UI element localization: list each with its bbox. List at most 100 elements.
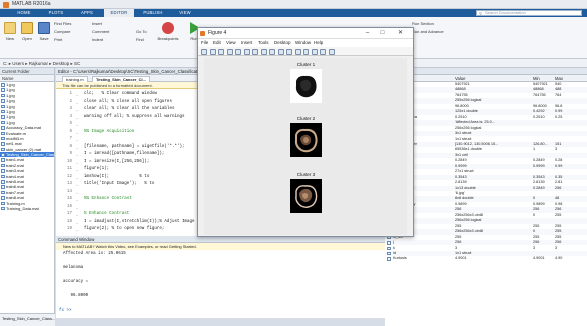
close-icon[interactable]: ✕ [394, 28, 407, 39]
code-line[interactable]: %% Image Acquisition [84, 130, 134, 134]
menu-file[interactable]: File [201, 39, 208, 47]
code-line[interactable]: figure(2); % to open new figure; [84, 227, 164, 231]
new-icon[interactable] [4, 22, 16, 34]
breakpoint-marker[interactable]: – [76, 197, 78, 202]
menu-view[interactable]: View [226, 39, 236, 47]
command-window[interactable]: Command Window New to MATLAB? Watch this… [56, 236, 386, 318]
breakpoint-marker[interactable]: – [76, 220, 78, 225]
code-line[interactable]: figure(1); [84, 167, 109, 171]
zoom-out-icon[interactable] [252, 48, 258, 55]
address-path[interactable]: C: ▸ Users ▸ Rajkumar ▸ Desktop ▸ SC [3, 61, 80, 67]
tab-plots[interactable]: PLOTS [42, 9, 70, 17]
menu-desktop[interactable]: Desktop [274, 39, 291, 47]
data-cursor-icon[interactable] [277, 48, 284, 55]
maximize-icon[interactable]: □ [376, 28, 389, 39]
go-to-button[interactable]: Go To [136, 29, 147, 34]
code-line[interactable]: imshow(I); % to [84, 175, 149, 179]
workspace-row[interactable]: Kurtosis 4.9001 4.9001 4.90 [385, 256, 587, 261]
code-line[interactable]: %% Enhance Contrast [84, 197, 132, 201]
code-line[interactable]: warning off all; % suppress all warnings [84, 115, 185, 119]
breakpoint-marker[interactable]: – [76, 167, 78, 172]
new-figure-icon[interactable] [201, 48, 207, 55]
breakpoint-marker[interactable]: – [76, 190, 78, 195]
pan-icon[interactable] [260, 48, 267, 55]
find-button[interactable]: Find [136, 37, 144, 42]
indent-button[interactable]: Indent [92, 37, 103, 42]
pointer-icon[interactable] [235, 48, 241, 55]
save-button[interactable]: Save [36, 36, 52, 41]
print-button[interactable]: Print [54, 37, 62, 42]
figure-title-bar[interactable]: Figure 4 – □ ✕ [198, 28, 413, 39]
find-files-button[interactable]: Find Files [54, 21, 71, 26]
menu-help[interactable]: Help [314, 39, 323, 47]
subplot-1-axes[interactable] [290, 69, 322, 103]
breakpoint-marker[interactable]: – [76, 115, 78, 120]
code-line[interactable]: close all; % close all open figures [84, 100, 172, 104]
breakpoint-marker[interactable]: – [76, 107, 78, 112]
open-file-icon[interactable] [209, 48, 216, 55]
code-line[interactable]: clear all; % clear all the variables [84, 107, 174, 111]
folder-details-bar[interactable]: Testing_Skin_Cancer_Class... [0, 313, 55, 326]
code-line[interactable]: clc; % Clear command window [84, 92, 157, 96]
code-line[interactable]: % Enhance Contrast [84, 212, 129, 216]
subplot-2-axes[interactable] [290, 123, 322, 157]
comment-button[interactable]: Comment [92, 29, 109, 34]
open-icon[interactable] [21, 22, 33, 34]
breakpoint-marker[interactable]: – [76, 175, 78, 180]
breakpoint-marker[interactable]: – [76, 92, 78, 97]
file-list-item[interactable]: Training_Data.mat [0, 206, 54, 211]
command-prompt[interactable]: fx >> [59, 309, 72, 313]
menu-window[interactable]: Window [295, 39, 311, 47]
breakpoints-icon[interactable] [162, 22, 174, 34]
insert-button[interactable]: Insert [92, 21, 102, 26]
col-min[interactable]: Min [533, 75, 540, 82]
save-figure-icon[interactable] [218, 48, 224, 55]
code-line[interactable]: I = imread([pathname,filename]); [84, 152, 164, 156]
breakpoint-marker[interactable]: – [76, 212, 78, 217]
legend-icon[interactable] [311, 48, 318, 55]
tab-view[interactable]: VIEW [172, 9, 198, 17]
code-line[interactable]: [filename, pathname] = uigetfile('*.*'); [84, 145, 185, 149]
breakpoint-marker[interactable]: – [76, 152, 78, 157]
show-plot-tools-icon[interactable] [328, 48, 335, 55]
breakpoint-marker[interactable]: – [76, 130, 78, 135]
breakpoint-marker[interactable]: – [76, 227, 78, 232]
tab-editor[interactable]: EDITOR [104, 9, 134, 17]
name-column-header[interactable]: Name [0, 75, 54, 82]
breakpoint-marker[interactable]: – [76, 160, 78, 165]
menu-tools[interactable]: Tools [258, 39, 269, 47]
code-line[interactable]: title('Input Image'); % to [84, 182, 154, 186]
code-line[interactable]: I = imresize(I,[256,256]); [84, 160, 149, 164]
compare-button[interactable]: Compare [54, 29, 70, 34]
tab-home[interactable]: HOME [10, 9, 38, 17]
breakpoint-marker[interactable]: – [76, 122, 78, 127]
breakpoint-marker[interactable]: – [76, 182, 78, 187]
breakpoint-marker[interactable]: – [76, 205, 78, 210]
breakpoints-button[interactable]: Breakpoints [154, 36, 182, 41]
search-documentation-input[interactable]: ⚲ Search Documentation [476, 10, 582, 16]
colorbar-icon[interactable] [303, 48, 309, 55]
tab-apps[interactable]: APPS [74, 9, 100, 17]
matlab-help-info[interactable]: New to MATLAB? Watch this Video, see Exa… [56, 243, 386, 250]
breakpoint-marker[interactable]: – [76, 145, 78, 150]
brush-icon[interactable] [286, 48, 292, 55]
run-and-advance-button[interactable]: Run and Advance [412, 29, 444, 34]
menu-insert[interactable]: Insert [241, 39, 252, 47]
run-section-button[interactable]: Run Section [412, 21, 434, 26]
col-value[interactable]: Value [455, 75, 465, 82]
save-icon[interactable] [38, 22, 50, 34]
subplot-3-axes[interactable] [290, 179, 322, 213]
minimize-icon[interactable]: – [361, 28, 374, 39]
new-button[interactable]: New [2, 36, 18, 41]
breakpoint-marker[interactable]: – [76, 137, 78, 142]
print-icon[interactable] [226, 48, 233, 55]
tab-publish[interactable]: PUBLISH [138, 9, 168, 17]
rotate-icon[interactable] [269, 48, 275, 55]
link-icon[interactable] [294, 48, 301, 55]
menu-edit[interactable]: Edit [213, 39, 221, 47]
col-max[interactable]: Max [555, 75, 563, 82]
zoom-in-icon[interactable] [243, 48, 250, 55]
open-button[interactable]: Open [19, 36, 35, 41]
hide-plot-tools-icon[interactable] [320, 48, 326, 55]
breakpoint-marker[interactable]: – [76, 100, 78, 105]
